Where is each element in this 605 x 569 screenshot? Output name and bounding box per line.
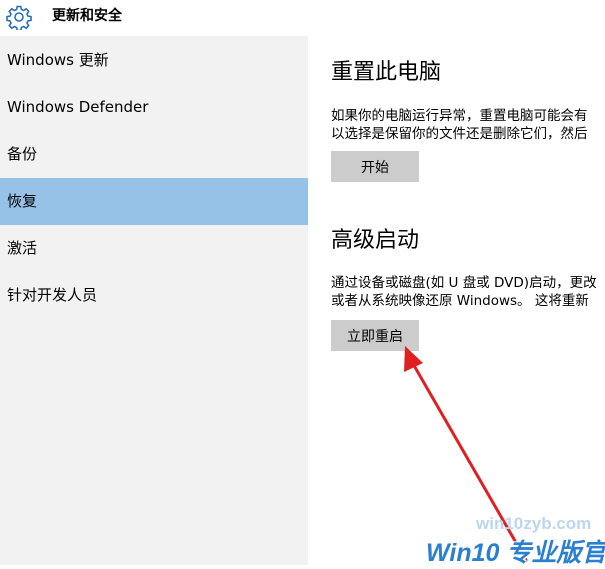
- title-bar: 更新和安全: [0, 0, 605, 36]
- reset-start-button[interactable]: 开始: [331, 151, 419, 182]
- restart-now-button[interactable]: 立即重启: [331, 320, 419, 351]
- main-content: 重置此电脑 如果你的电脑运行异常，重置电脑可能会有 以选择是保留你的文件还是删除…: [308, 36, 605, 565]
- sidebar-item-windows-defender[interactable]: Windows Defender: [0, 84, 308, 131]
- sidebar-item-backup[interactable]: 备份: [0, 131, 308, 178]
- advanced-startup-title: 高级启动: [331, 228, 420, 253]
- watermark-url: win10zyb.com: [476, 514, 592, 533]
- sidebar-item-recovery[interactable]: 恢复: [0, 178, 308, 225]
- watermark-brand: Win10 专业版官网: [426, 539, 605, 567]
- reset-pc-description-line1: 如果你的电脑运行异常，重置电脑可能会有: [331, 108, 588, 124]
- reset-pc-title: 重置此电脑: [331, 60, 442, 85]
- advanced-startup-description-line2: 或者从系统映像还原 Windows。 这将重新: [331, 293, 589, 309]
- reset-pc-description-line2: 以选择是保留你的文件还是删除它们，然后: [331, 126, 588, 142]
- gear-icon: [6, 5, 32, 30]
- advanced-startup-description-line1: 通过设备或磁盘(如 U 盘或 DVD)启动，更改: [331, 275, 597, 291]
- app-title: 更新和安全: [52, 8, 122, 24]
- sidebar: Windows 更新 Windows Defender 备份 恢复 激活 针对开…: [0, 36, 308, 565]
- sidebar-item-for-developers[interactable]: 针对开发人员: [0, 272, 308, 319]
- sidebar-item-activation[interactable]: 激活: [0, 225, 308, 272]
- sidebar-item-windows-update[interactable]: Windows 更新: [0, 37, 308, 84]
